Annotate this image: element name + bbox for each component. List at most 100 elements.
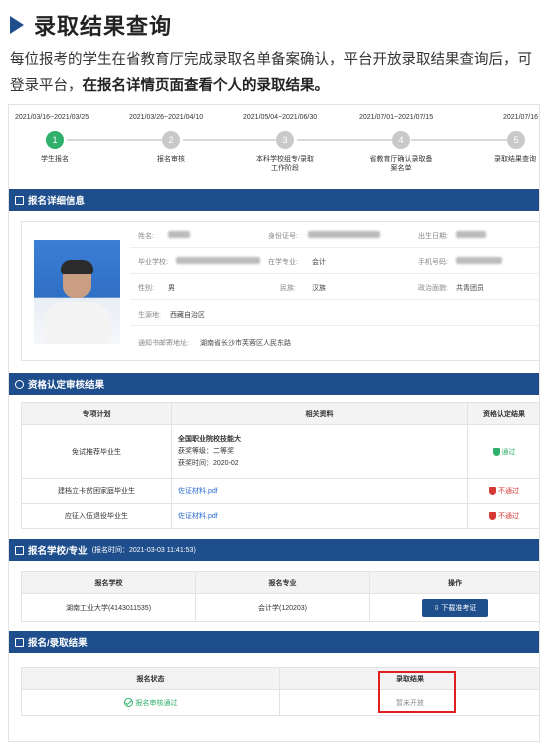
political-value: 共青团员 <box>456 285 484 292</box>
material-link[interactable]: 佐证材料.pdf <box>178 513 218 520</box>
section-bar-school: 报名学校/专业 (报名时间：2021-03-03 11:41:53) <box>9 539 539 561</box>
detail-row: 性别: 男 民族: 汉族 政治面貌: 共青团员 <box>130 274 539 300</box>
step-5-label: 录取结果查询 <box>494 156 536 163</box>
birth-value-blurred <box>456 231 486 238</box>
birth-label: 出生日期: <box>418 233 448 240</box>
id-value-blurred <box>308 231 380 238</box>
address-value: 湖南省长沙市芙蓉区人民东路 <box>200 340 291 347</box>
section-title: 报名学校/专业 <box>28 546 88 557</box>
origin-value: 西藏自治区 <box>170 312 205 319</box>
table-row: 应征入伍退役毕业生 佐证材料.pdf 不通过 <box>21 503 539 529</box>
highlight-box <box>378 671 456 713</box>
col-header-plan: 专项计划 <box>21 402 172 425</box>
step-4-date: 2021/07/01~2021/07/15 <box>359 114 434 121</box>
check-circle-icon <box>123 698 133 708</box>
play-triangle-icon <box>10 16 24 34</box>
material-link[interactable]: 佐证材料.pdf <box>178 488 218 495</box>
address-label: 通知书邮寄地址: <box>138 340 189 347</box>
result-table: 报名状态 录取结果 报名审核通过 暂未开放 <box>21 667 539 716</box>
detail-row: 通知书邮寄地址: 湖南省长沙市芙蓉区人民东路 <box>130 326 539 360</box>
phone-value-blurred <box>456 257 502 264</box>
school-value-blurred <box>176 257 260 264</box>
gender-label: 性别: <box>138 285 154 292</box>
intro-bold: 在报名详情页面查看个人的录取结果。 <box>82 78 330 94</box>
material-cell: 全国职业院校技能大 获奖等级：二等奖 获奖时间：2020-02 <box>171 424 468 479</box>
table-row: 建档立卡贫困家庭毕业生 佐证材料.pdf 不通过 <box>21 478 539 504</box>
table-header-row: 专项计划 相关资料 资格认定结果 <box>21 402 539 425</box>
col-header-school: 报名学校 <box>21 571 196 594</box>
photo-hair <box>61 260 93 274</box>
major-value: 会计 <box>312 259 326 266</box>
origin-label: 生源地: <box>138 312 161 319</box>
section-title: 报名详细信息 <box>28 196 86 207</box>
graduation-cap-icon <box>15 545 24 555</box>
material-line: 全国职业院校技能大 <box>178 435 241 443</box>
step-5-date: 2021/07/16 <box>503 114 539 121</box>
document-icon <box>15 195 24 205</box>
download-ticket-button[interactable]: ⇩ 下载准考证 <box>421 598 489 617</box>
school-label: 毕业学校: <box>138 259 168 266</box>
step-5-circle: 5 <box>507 131 525 149</box>
shield-x-icon <box>489 487 496 496</box>
step-connector <box>67 139 165 141</box>
page-title: 录取结果查询 <box>34 14 173 39</box>
major-label: 在学专业: <box>268 259 298 266</box>
document-icon <box>15 637 24 647</box>
intro-text: 每位报考的学生在省教育厅完成录取名单备案确认，平台开放录取结果查询后，可登录平台… <box>10 47 538 99</box>
result-pass: 通过 <box>501 448 516 456</box>
section-title: 报名/录取结果 <box>28 638 88 649</box>
step-2-circle: 2 <box>162 131 180 149</box>
step-1-circle: 1 <box>46 131 64 149</box>
detail-row: 姓名: 身份证号: 出生日期: <box>130 222 539 248</box>
section-subtitle: (报名时间：2021-03-03 11:41:53) <box>91 547 196 554</box>
col-header-material: 相关资料 <box>171 402 468 425</box>
photo-shirt <box>44 302 110 344</box>
progress-steps: 2021/03/16~2021/03/25 2021/03/26~2021/04… <box>9 105 539 185</box>
result-fail: 不通过 <box>498 488 519 495</box>
result-cell: 通过 <box>467 424 539 479</box>
step-connector <box>183 139 279 141</box>
gender-value: 男 <box>168 285 175 292</box>
section-bar-qualification: 资格认定审核结果 <box>9 373 539 395</box>
table-row: 湖南工业大学(4143011535) 会计学(120203) ⇩ 下载准考证 <box>21 593 539 622</box>
shield-check-icon <box>492 447 500 456</box>
step-3-circle: 3 <box>276 131 294 149</box>
section-bar-detail: 报名详细信息 <box>9 189 539 211</box>
material-line: 获奖时间：2020-02 <box>178 459 239 467</box>
step-1-label: 学生报名 <box>41 156 69 163</box>
section-title: 资格认定审核结果 <box>28 380 105 391</box>
major-cell: 会计学(120203) <box>195 593 370 622</box>
user-icon <box>15 379 24 389</box>
page-header: 录取结果查询 <box>10 10 172 40</box>
col-header-action: 操作 <box>369 571 539 594</box>
material-line: 获奖等级：二等奖 <box>178 447 234 455</box>
school-cell: 湖南工业大学(4143011535) <box>21 593 196 622</box>
step-2-date: 2021/03/26~2021/04/10 <box>129 114 204 121</box>
status-value: 报名审核通过 <box>135 699 178 707</box>
shield-x-icon <box>489 512 496 521</box>
section-bar-result: 报名/录取结果 <box>9 631 539 653</box>
result-fail: 不通过 <box>498 513 519 520</box>
table-row: 免试推荐毕业生 全国职业院校技能大 获奖等级：二等奖 获奖时间：2020-02 … <box>21 424 539 479</box>
material-cell: 佐证材料.pdf <box>171 503 468 529</box>
plan-cell: 应征入伍退役毕业生 <box>21 503 172 529</box>
step-3-label: 本科学校组专/录取工作阶段 <box>256 156 314 172</box>
step-4-label: 省教育厅确认录取备案名单 <box>369 156 433 172</box>
school-table: 报名学校 报名专业 操作 湖南工业大学(4143011535) 会计学(1202… <box>21 571 539 622</box>
step-1-date: 2021/03/16~2021/03/25 <box>15 114 90 121</box>
plan-cell: 免试推荐毕业生 <box>21 424 172 479</box>
result-cell: 不通过 <box>467 503 539 529</box>
table-header-row: 报名学校 报名专业 操作 <box>21 571 539 594</box>
result-cell: 不通过 <box>467 478 539 504</box>
qualification-table: 专项计划 相关资料 资格认定结果 免试推荐毕业生 全国职业院校技能大 获奖等级：… <box>21 402 539 529</box>
plan-cell: 建档立卡贫困家庭毕业生 <box>21 478 172 504</box>
table-header-row: 报名状态 录取结果 <box>21 667 539 690</box>
ethnic-value: 汉族 <box>312 285 326 292</box>
portal-screenshot: 2021/03/16~2021/03/25 2021/03/26~2021/04… <box>8 104 540 742</box>
status-cell: 报名审核通过 <box>21 689 280 716</box>
political-label: 政治面貌: <box>418 285 448 292</box>
col-header-status: 报名状态 <box>21 667 280 690</box>
phone-label: 手机号码: <box>418 259 448 266</box>
step-connector <box>297 139 393 141</box>
col-header-result: 资格认定结果 <box>467 402 539 425</box>
